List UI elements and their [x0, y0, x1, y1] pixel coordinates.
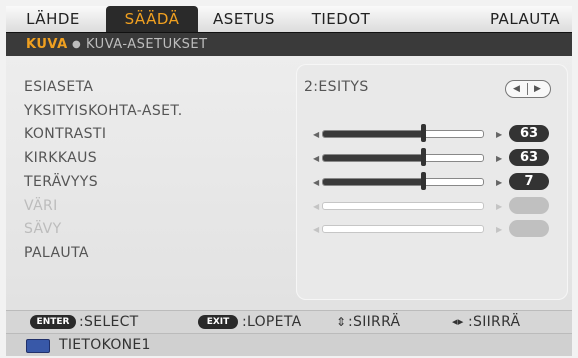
footer-hint-bar: ENTER :SELECT EXIT :LOPETA ⇕ :SIIRRÄ ◂▸ …: [6, 310, 572, 333]
tint-label: SÄVY: [24, 221, 62, 237]
brightness-value-badge: 63: [509, 149, 549, 166]
color-value-badge: [509, 197, 549, 214]
preset-lr-selector[interactable]: ◀ ▶: [505, 80, 551, 98]
osd-menu: LÄHDE SÄÄDÄ ASETUS TIEDOT PALAUTA KUVA ●…: [0, 0, 578, 358]
tab-tiedot[interactable]: TIEDOT: [306, 6, 376, 32]
move-leftright-hint-text: :SIIRRÄ: [468, 314, 521, 330]
reset-label[interactable]: PALAUTA: [24, 245, 89, 261]
color-label: VÄRI: [24, 198, 58, 214]
contrast-slider[interactable]: [322, 130, 484, 138]
brightness-slider-knob[interactable]: [420, 148, 426, 166]
exit-hint-text: :LOPETA: [242, 314, 302, 330]
increase-arrow-icon: ▶: [496, 202, 503, 211]
left-right-arrows-icon: ◂▸: [452, 315, 464, 328]
tab-palauta[interactable]: PALAUTA: [480, 6, 570, 32]
color-slider: [322, 202, 484, 210]
increase-arrow-icon: ▶: [496, 225, 503, 234]
preset-value: 2:ESITYS: [304, 79, 369, 95]
tint-value-badge: [509, 220, 549, 237]
decrease-arrow-icon[interactable]: ◀: [313, 154, 319, 163]
sharpness-slider-knob[interactable]: [420, 172, 426, 190]
brightness-slider[interactable]: [322, 154, 484, 162]
tab-bar: LÄHDE SÄÄDÄ ASETUS TIEDOT PALAUTA: [6, 6, 572, 32]
tab-asetus[interactable]: ASETUS: [206, 6, 282, 32]
increase-arrow-icon[interactable]: ▶: [496, 154, 502, 163]
subtab-kuva-asetukset[interactable]: KUVA-ASETUKSET: [86, 33, 208, 57]
preset-label[interactable]: ESIASETA: [24, 79, 93, 95]
right-arrow-icon[interactable]: ▶: [534, 81, 541, 97]
subtab-kuva[interactable]: KUVA: [26, 33, 68, 57]
contrast-slider-knob[interactable]: [420, 124, 426, 142]
enter-hint-text: :SELECT: [79, 314, 139, 330]
left-arrow-icon[interactable]: ◀: [513, 81, 520, 97]
contrast-slider-fill: [323, 131, 424, 137]
brightness-slider-fill: [323, 155, 424, 161]
contrast-value-badge: 63: [509, 125, 549, 142]
input-source-text: TIETOKONE1: [59, 337, 151, 353]
sharpness-label[interactable]: TERÄVYYS: [24, 174, 98, 190]
tab-saada[interactable]: SÄÄDÄ: [106, 6, 198, 32]
sharpness-value-badge: 7: [509, 173, 549, 190]
decrease-arrow-icon: ◀: [313, 202, 320, 211]
increase-arrow-icon[interactable]: ▶: [496, 130, 502, 139]
detail-settings-label[interactable]: YKSITYISKOHTA-ASET.: [24, 103, 183, 119]
exit-key-badge: EXIT: [198, 315, 238, 329]
tint-slider: [322, 225, 484, 233]
decrease-arrow-icon[interactable]: ◀: [313, 130, 319, 139]
decrease-arrow-icon[interactable]: ◀: [313, 178, 319, 187]
up-down-arrows-icon: ⇕: [336, 315, 347, 329]
decrease-arrow-icon: ◀: [313, 225, 320, 234]
tab-lahde[interactable]: LÄHDE: [18, 6, 88, 32]
enter-key-badge: ENTER: [30, 315, 76, 329]
brightness-label[interactable]: KIRKKAUS: [24, 150, 97, 166]
computer-input-icon: [26, 339, 50, 353]
increase-arrow-icon[interactable]: ▶: [496, 178, 502, 187]
move-updown-hint-text: :SIIRRÄ: [348, 314, 401, 330]
subtab-bar: KUVA ● KUVA-ASETUKSET: [6, 32, 572, 57]
subtab-separator-dot: ●: [72, 39, 81, 50]
status-bar: TIETOKONE1: [6, 333, 572, 356]
sharpness-slider-fill: [323, 179, 424, 185]
sharpness-slider[interactable]: [322, 178, 484, 186]
selector-divider: [527, 83, 528, 95]
contrast-label[interactable]: KONTRASTI: [24, 126, 106, 142]
